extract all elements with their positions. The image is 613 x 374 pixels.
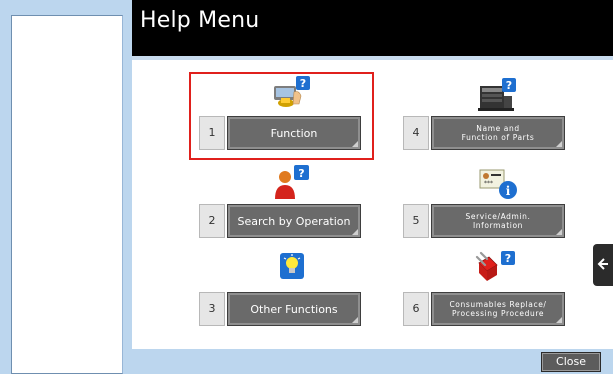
menu-item-number: 1 (199, 116, 225, 150)
svg-text:?: ? (506, 79, 512, 92)
search-by-operation-button-label: Search by Operation (237, 214, 351, 228)
menu-item-number: 5 (403, 204, 429, 238)
left-panel (11, 15, 123, 374)
toolbox-icon: ? (475, 251, 517, 289)
consumables-replace-button-label: Consumables Replace/ Processing Procedur… (449, 300, 547, 318)
button-corner (556, 229, 562, 235)
name-and-function-of-parts-button-label: Name and Function of Parts (461, 124, 535, 142)
svg-text:***: *** (484, 180, 493, 187)
menu-item-function[interactable]: 1 Function (199, 116, 361, 150)
page-title: Help Menu (140, 8, 260, 33)
side-panel-tab[interactable] (593, 244, 613, 286)
name-and-function-of-parts-button[interactable]: Name and Function of Parts (431, 116, 565, 150)
button-corner (352, 229, 358, 235)
svg-text:i: i (506, 184, 511, 198)
search-by-operation-button[interactable]: Search by Operation (227, 204, 361, 238)
printer-parts-icon: ? (476, 78, 518, 118)
menu-item-number: 6 (403, 292, 429, 326)
consumables-replace-button[interactable]: Consumables Replace/ Processing Procedur… (431, 292, 565, 326)
menu-item-service-admin-information[interactable]: 5 Service/Admin. Information (403, 204, 565, 238)
button-corner (556, 141, 562, 147)
menu-item-name-and-function-of-parts[interactable]: 4 Name and Function of Parts (403, 116, 565, 150)
service-admin-information-button[interactable]: Service/Admin. Information (431, 204, 565, 238)
function-button[interactable]: Function (227, 116, 361, 150)
other-functions-button[interactable]: Other Functions (227, 292, 361, 326)
lightbulb-icon (279, 252, 305, 286)
button-corner (352, 141, 358, 147)
svg-text:?: ? (505, 252, 511, 265)
close-button[interactable]: Close (541, 352, 601, 372)
menu-item-number: 3 (199, 292, 225, 326)
other-functions-button-label: Other Functions (250, 302, 338, 316)
button-corner (352, 317, 358, 323)
svg-text:?: ? (298, 167, 304, 180)
menu-item-other-functions[interactable]: 3 Other Functions (199, 292, 361, 326)
menu-item-number: 4 (403, 116, 429, 150)
arrow-left-icon (597, 258, 608, 270)
function-button-label: Function (270, 126, 318, 140)
function-help-icon: ? (272, 76, 312, 116)
menu-item-number: 2 (199, 204, 225, 238)
svg-text:?: ? (300, 77, 306, 90)
service-admin-information-button-label: Service/Admin. Information (465, 212, 531, 230)
menu-item-search-by-operation[interactable]: 2 Search by Operation (199, 204, 361, 238)
admin-info-icon: *** i (478, 166, 520, 204)
button-corner (556, 317, 562, 323)
menu-item-consumables-replace[interactable]: 6 Consumables Replace/ Processing Proced… (403, 292, 565, 326)
search-operation-icon: ? (272, 165, 312, 205)
